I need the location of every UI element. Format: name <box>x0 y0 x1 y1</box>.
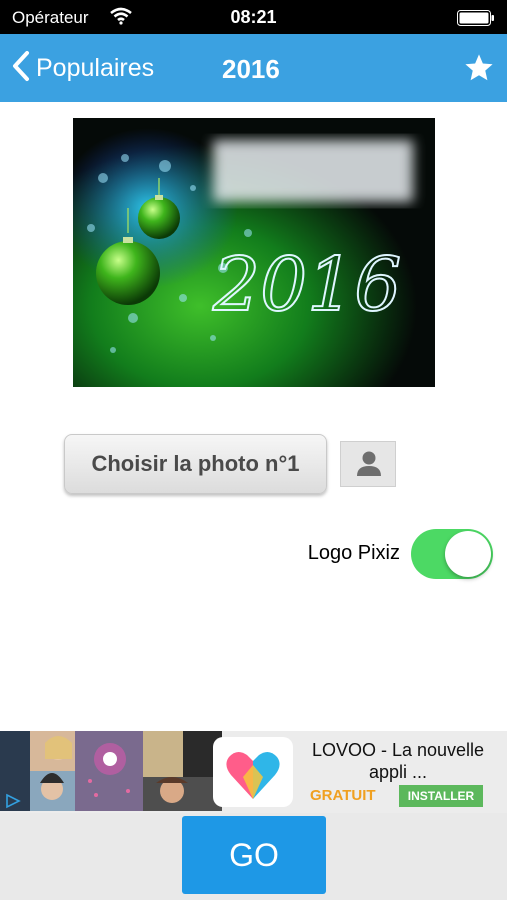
year-text: 2016 <box>212 242 401 328</box>
template-image: 2016 <box>73 118 435 387</box>
photo-placeholder[interactable] <box>340 441 396 487</box>
install-button[interactable]: INSTALLER <box>399 785 483 807</box>
ad-title: LOVOO - La nouvelle appli ... <box>311 740 485 782</box>
nav-bar: Populaires 2016 <box>0 34 507 102</box>
page-title: 2016 <box>222 54 280 84</box>
person-icon <box>341 451 397 492</box>
choose-photo-button[interactable]: Choisir la photo n°1 <box>64 434 327 494</box>
go-button[interactable]: GO <box>182 816 326 894</box>
star-icon[interactable] <box>463 52 495 89</box>
back-label: Populaires <box>36 53 155 82</box>
chevron-left-icon <box>12 50 30 87</box>
lovoo-app-icon <box>213 737 293 807</box>
back-button[interactable]: Populaires <box>12 48 154 88</box>
ad-photo-collage <box>0 731 222 811</box>
ad-choices-icon[interactable] <box>4 793 22 814</box>
status-time: 08:21 <box>230 7 277 27</box>
logo-toggle-label: Logo Pixiz <box>307 542 400 564</box>
ad-banner[interactable]: LOVOO - La nouvelle appli ... GRATUIT IN… <box>0 731 507 813</box>
ad-price: GRATUIT <box>310 787 376 804</box>
logo-toggle[interactable] <box>411 529 493 579</box>
status-bar: Opérateur 08:21 <box>0 0 507 34</box>
battery-icon <box>457 10 495 26</box>
toggle-knob <box>445 531 491 577</box>
